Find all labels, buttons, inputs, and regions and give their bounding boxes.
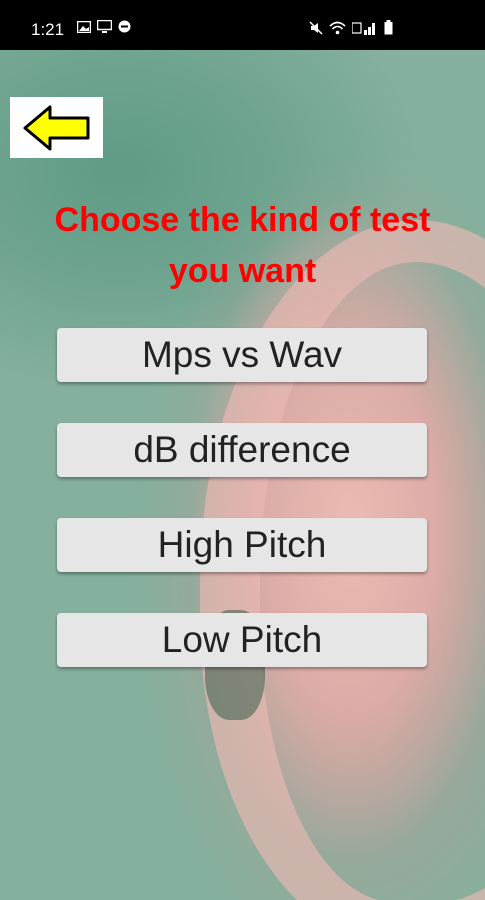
status-right-icons (309, 20, 393, 40)
battery-icon (384, 20, 393, 40)
screen-icon (96, 19, 113, 38)
chat-icon (118, 20, 131, 38)
signal-icon (351, 21, 378, 40)
image-icon (76, 20, 92, 38)
wifi-icon (329, 21, 346, 40)
status-left-icons (76, 19, 131, 38)
mps-vs-wav-button[interactable]: Mps vs Wav (57, 328, 427, 382)
mute-icon (309, 20, 323, 40)
status-bar: 1:21 (0, 0, 485, 50)
low-pitch-button[interactable]: Low Pitch (57, 613, 427, 667)
arrow-left-icon (23, 105, 90, 151)
db-difference-button[interactable]: dB difference (57, 423, 427, 477)
page-title-line2: you want (168, 252, 317, 290)
high-pitch-button[interactable]: High Pitch (57, 518, 427, 572)
page-title: Choose the kind of test you want (0, 195, 485, 297)
back-button[interactable] (10, 97, 103, 158)
status-time: 1:21 (31, 20, 65, 39)
page-title-line1: Choose the kind of test (54, 201, 431, 239)
